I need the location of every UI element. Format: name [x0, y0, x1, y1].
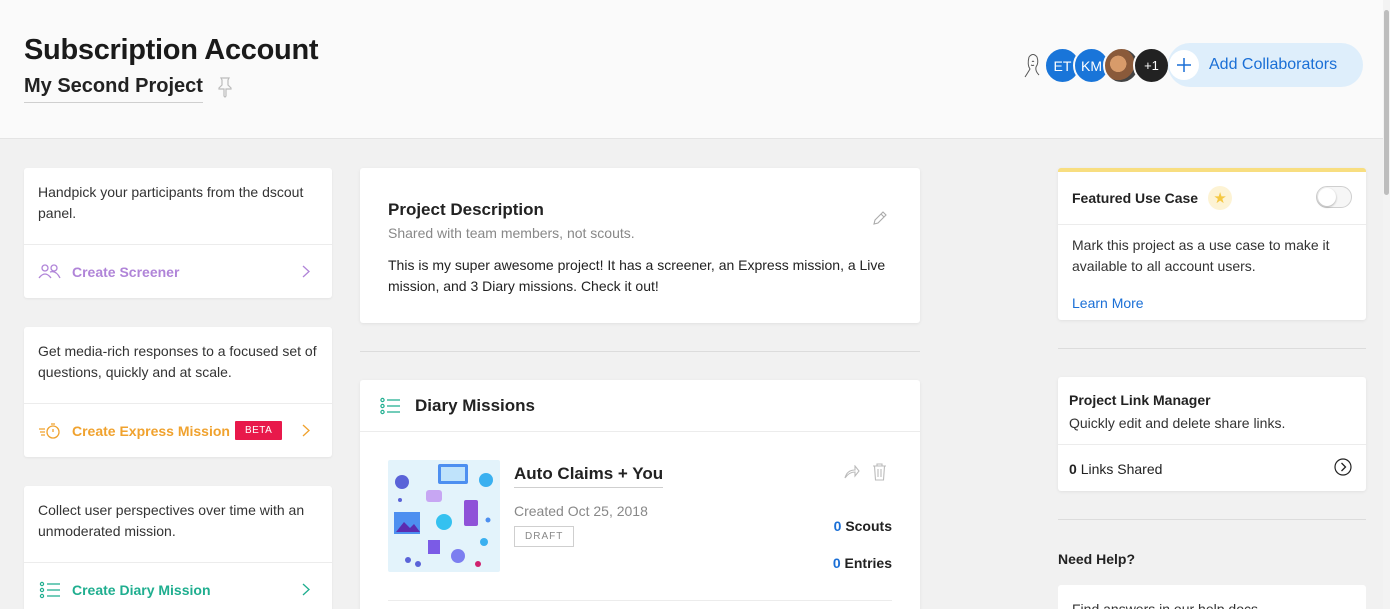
share-icon[interactable]: [844, 465, 860, 479]
sketch-portrait-icon: [1024, 53, 1039, 77]
list-icon: [380, 397, 400, 414]
diary-missions-title: Diary Missions: [415, 395, 535, 415]
divider: [1058, 348, 1366, 349]
scouts-count: 0 Scouts: [833, 518, 892, 534]
more-collaborators-badge[interactable]: +1: [1133, 47, 1170, 84]
toggle-knob: [1318, 188, 1336, 206]
create-diary-mission-button[interactable]: Create Diary Mission: [24, 563, 332, 609]
mission-name-link[interactable]: Auto Claims + You: [514, 464, 664, 488]
diary-missions-header: Diary Missions: [360, 380, 920, 432]
diary-missions-card: Diary Missions Auto Claims + You Created…: [360, 380, 920, 609]
learn-more-link[interactable]: Learn More: [1072, 293, 1352, 314]
page-header: Subscription Account My Second Project E…: [0, 0, 1390, 139]
project-link-manager-title: Project Link Manager: [1069, 392, 1211, 408]
featured-use-case-header: Featured Use Case ★: [1058, 172, 1366, 225]
plus-icon: [1169, 50, 1199, 80]
featured-use-case-body: Mark this project as a use case to make …: [1058, 225, 1366, 314]
featured-use-case-toggle[interactable]: [1316, 186, 1352, 208]
diary-card: Collect user perspectives over time with…: [24, 486, 332, 609]
beta-badge: BETA: [234, 421, 283, 440]
diary-description: Collect user perspectives over time with…: [24, 486, 332, 563]
divider: [388, 600, 892, 601]
arrow-circle-right-icon[interactable]: [1334, 458, 1352, 476]
pencil-icon[interactable]: [872, 211, 887, 226]
project-description-title: Project Description: [388, 200, 544, 219]
divider: [1058, 519, 1366, 520]
need-help-title: Need Help?: [1058, 551, 1136, 567]
trash-icon[interactable]: [872, 463, 887, 481]
featured-use-case-card: Featured Use Case ★ Mark this project as…: [1058, 168, 1366, 320]
star-icon: ★: [1208, 186, 1233, 210]
chevron-right-icon: [302, 583, 310, 596]
stopwatch-icon: [39, 422, 60, 439]
create-screener-button[interactable]: Create Screener: [24, 245, 332, 298]
scrollbar-thumb[interactable]: [1384, 10, 1389, 195]
project-link-manager-subtitle: Quickly edit and delete share links.: [1069, 415, 1286, 431]
featured-use-case-title: Featured Use Case: [1072, 190, 1199, 206]
account-title: Subscription Account: [24, 34, 319, 66]
chevron-right-icon: [302, 424, 310, 437]
entries-count: 0 Entries: [832, 555, 892, 571]
pin-icon[interactable]: [216, 76, 234, 98]
divider: [360, 351, 920, 352]
project-description-subtitle: Shared with team members, not scouts.: [388, 225, 635, 241]
help-text: Find answers in our help docs: [1072, 601, 1258, 609]
screener-card: Handpick your participants from the dsco…: [24, 168, 332, 298]
add-collaborators-label: Add Collaborators: [1209, 56, 1338, 73]
chevron-right-icon: [302, 265, 310, 278]
create-express-mission-button[interactable]: Create Express Mission BETA: [24, 404, 332, 457]
list-icon: [39, 581, 60, 598]
divider: [1058, 444, 1366, 445]
screener-description: Handpick your participants from the dsco…: [24, 168, 332, 245]
project-link-manager-card[interactable]: Project Link Manager Quickly edit and de…: [1058, 377, 1366, 491]
create-express-mission-label: Create Express Mission: [72, 422, 230, 439]
scrollbar[interactable]: [1383, 0, 1390, 609]
express-description: Get media-rich responses to a focused se…: [24, 327, 332, 404]
mission-thumbnail[interactable]: [388, 460, 500, 572]
draft-status-badge: DRAFT: [514, 526, 575, 547]
project-description-body: This is my super awesome project! It has…: [388, 257, 886, 294]
express-card: Get media-rich responses to a focused se…: [24, 327, 332, 457]
create-screener-label: Create Screener: [72, 263, 180, 280]
mission-illustration-icon: [394, 464, 493, 567]
add-collaborators-button[interactable]: Add Collaborators: [1168, 43, 1363, 87]
project-title[interactable]: My Second Project: [24, 75, 203, 103]
people-icon: [38, 263, 61, 278]
project-description-card: Project Description Shared with team mem…: [360, 168, 920, 323]
help-card: Find answers in our help docs: [1058, 585, 1366, 609]
create-diary-mission-label: Create Diary Mission: [72, 581, 211, 598]
featured-use-case-text: Mark this project as a use case to make …: [1072, 237, 1330, 274]
mission-created-date: Created Oct 25, 2018: [514, 503, 648, 519]
links-shared-count: 0 Links Shared: [1069, 461, 1163, 477]
